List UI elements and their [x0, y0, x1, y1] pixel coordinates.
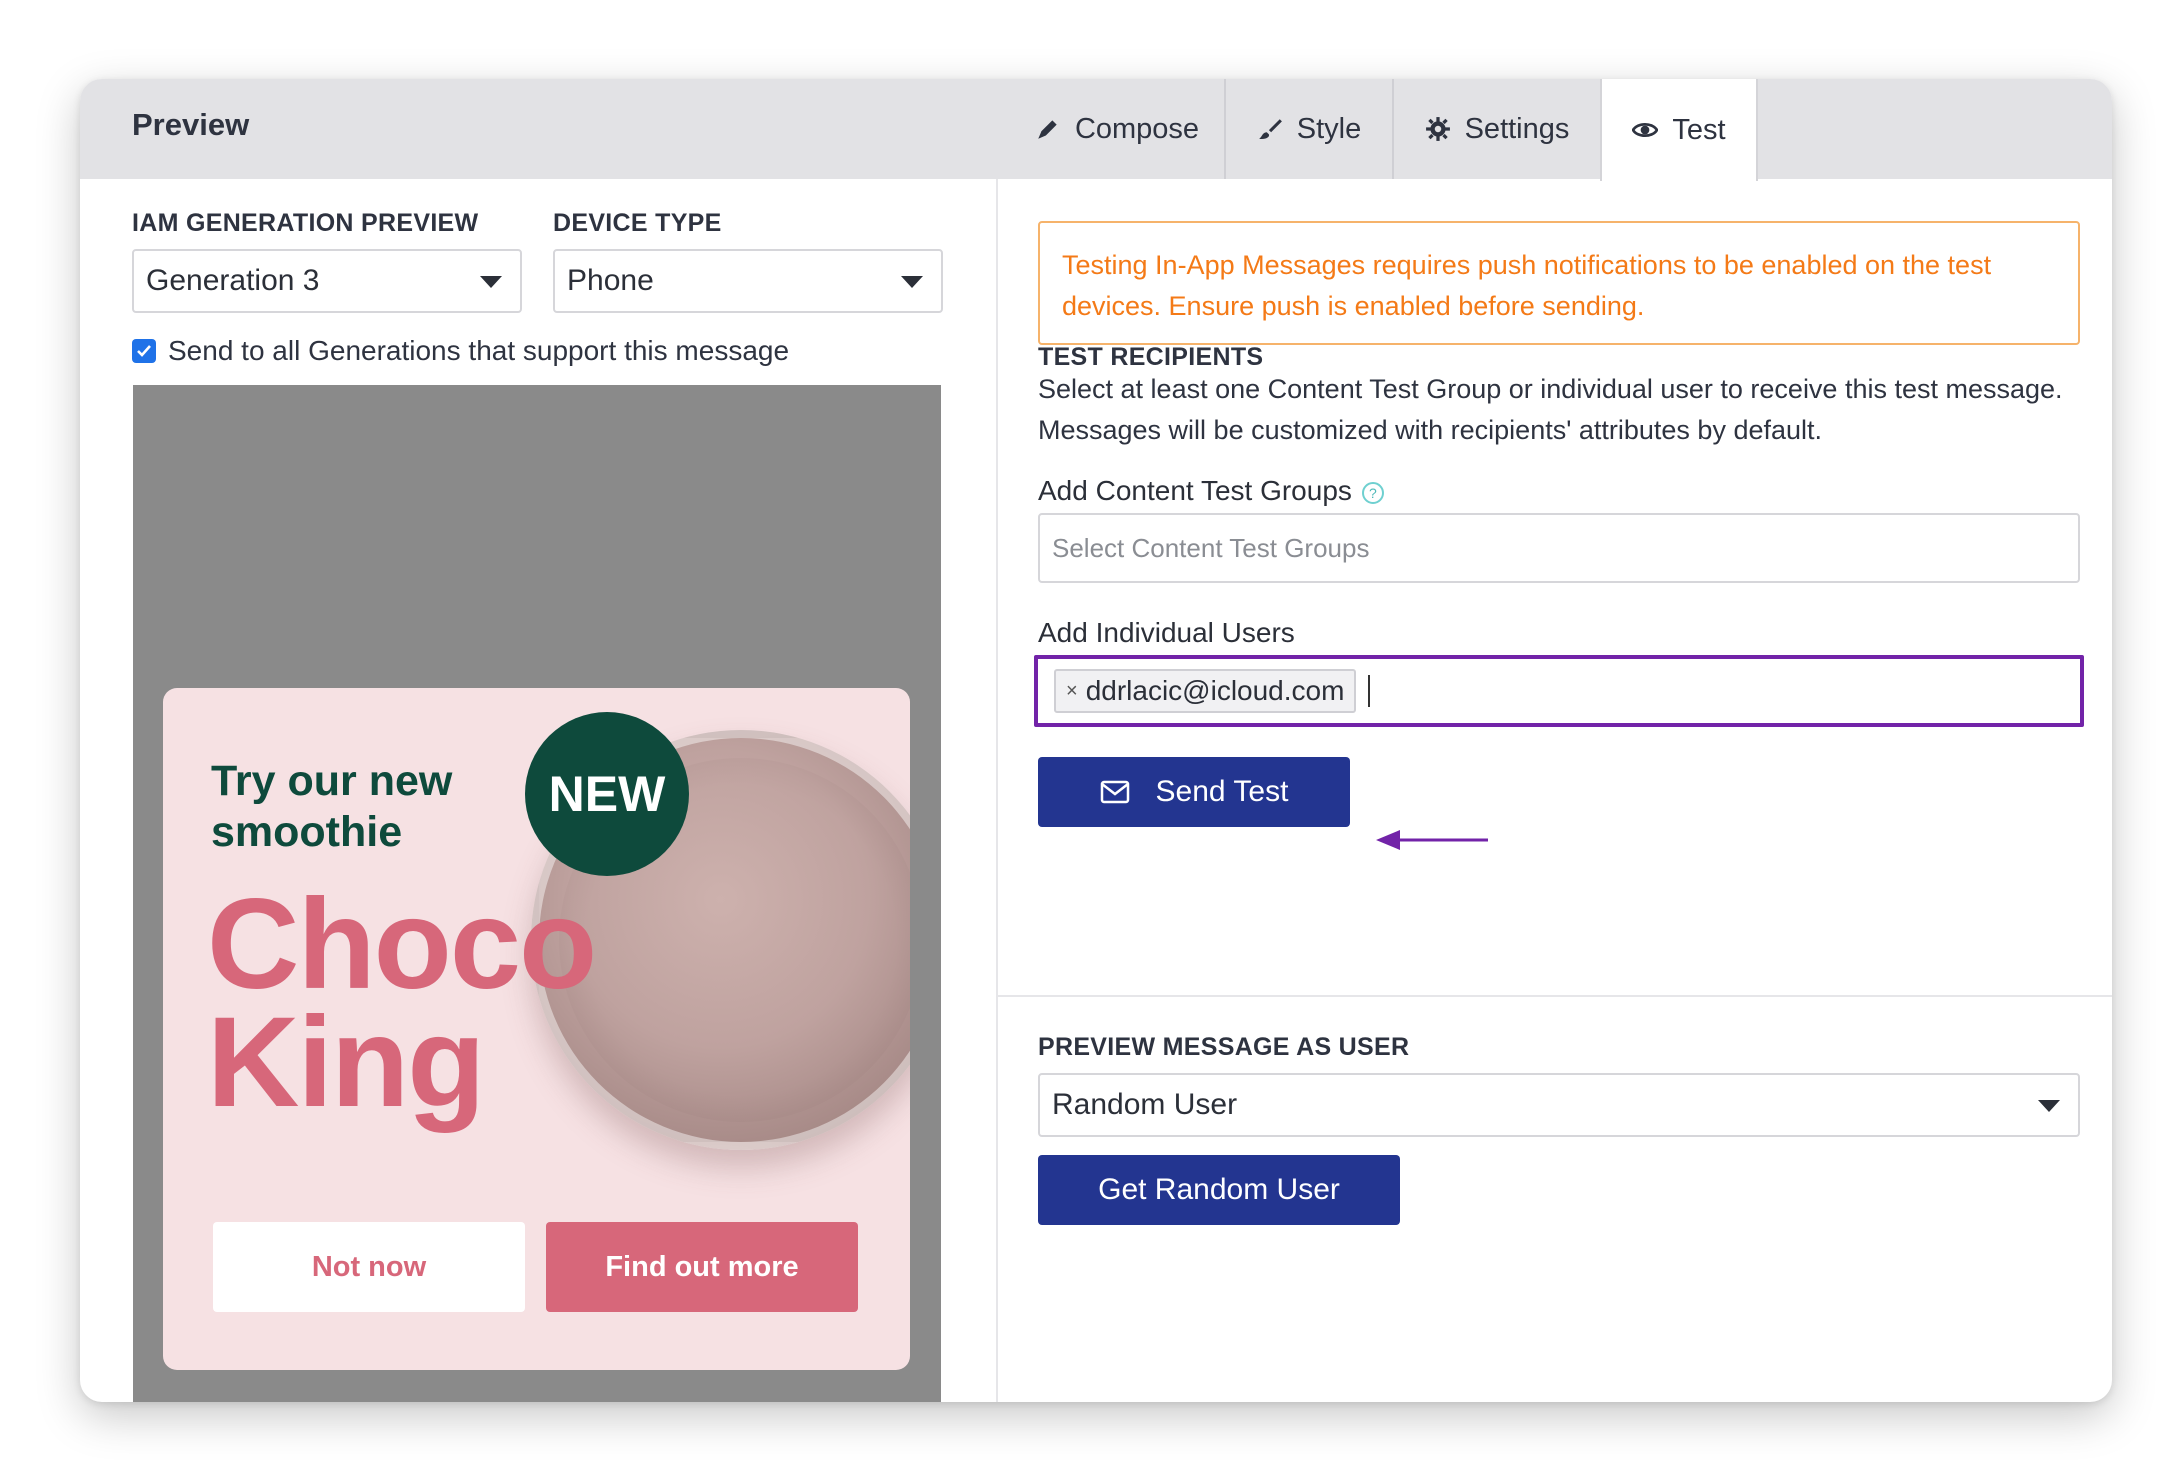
tab-compose-label: Compose: [1074, 112, 1200, 145]
not-now-button[interactable]: Not now: [213, 1222, 525, 1312]
tab-style-label: Style: [1296, 112, 1362, 145]
chevron-down-icon: [480, 276, 502, 288]
get-random-user-label: Get Random User: [1098, 1173, 1340, 1206]
test-recipients-title: TEST RECIPIENTS: [1038, 343, 1264, 371]
send-all-generations-checkbox[interactable]: [132, 339, 156, 363]
gear-icon: [1425, 117, 1450, 141]
tab-test[interactable]: Test: [1600, 79, 1758, 181]
individual-users-label: Add Individual Users: [1038, 617, 1295, 648]
page-title: Preview: [132, 107, 250, 142]
chevron-down-icon: [2038, 1100, 2060, 1112]
preview-as-user-title: PREVIEW MESSAGE AS USER: [1038, 1033, 1410, 1061]
message-preview-area: NEW Try our new smoothie Choco King Not …: [133, 385, 941, 1402]
tab-settings[interactable]: Settings: [1392, 79, 1600, 179]
pencil-icon: [1038, 120, 1057, 139]
preview-panel: IAM GENERATION PREVIEW Generation 3 DEVI…: [80, 179, 996, 1402]
generation-select-value: Generation 3: [146, 264, 320, 297]
checkmark-icon: [137, 345, 151, 357]
preview-user-select[interactable]: Random User: [1038, 1073, 2080, 1137]
test-panel: Testing In-App Messages requires push no…: [998, 179, 2112, 1402]
user-tag: × ddrlacic@icloud.com: [1054, 669, 1357, 713]
text-cursor: [1368, 675, 1371, 707]
device-type-label: DEVICE TYPE: [553, 209, 722, 237]
tab-test-label: Test: [1672, 113, 1726, 146]
user-tag-email: ddrlacic@icloud.com: [1085, 675, 1345, 706]
content-test-groups-label-text: Add Content Test Groups: [1038, 475, 1352, 506]
in-app-message-card: NEW Try our new smoothie Choco King Not …: [163, 688, 910, 1370]
send-test-label: Send Test: [1155, 775, 1289, 808]
section-divider: [998, 995, 2112, 997]
generation-select[interactable]: Generation 3: [132, 249, 522, 313]
card-subtitle: Try our new smoothie: [211, 757, 453, 856]
arrow-left-icon: [1376, 830, 1488, 850]
card-headline-line2: King: [207, 991, 485, 1134]
send-all-generations-row: Send to all Generations that support thi…: [132, 335, 789, 367]
device-type-select[interactable]: Phone: [553, 249, 943, 313]
individual-users-input[interactable]: × ddrlacic@icloud.com: [1034, 655, 2084, 727]
content-test-groups-placeholder: Select Content Test Groups: [1052, 532, 1370, 563]
send-all-generations-label: Send to all Generations that support thi…: [168, 335, 790, 366]
tab-settings-label: Settings: [1464, 112, 1570, 145]
top-bar: Preview Compose Style Settings Test: [80, 79, 2112, 181]
new-badge: NEW: [525, 712, 689, 876]
envelope-icon: [1100, 780, 1129, 804]
device-type-select-value: Phone: [567, 264, 654, 297]
content-test-groups-input[interactable]: Select Content Test Groups: [1038, 513, 2080, 583]
tab-compose[interactable]: Compose: [1010, 79, 1224, 179]
get-random-user-button[interactable]: Get Random User: [1038, 1155, 1400, 1225]
card-headline-line1: Choco: [207, 873, 597, 1016]
help-icon[interactable]: ?: [1361, 482, 1384, 504]
brush-icon: [1258, 119, 1282, 140]
preview-user-select-value: Random User: [1052, 1088, 1238, 1121]
eye-icon: [1632, 122, 1659, 138]
push-warning-alert: Testing In-App Messages requires push no…: [1038, 221, 2080, 345]
find-out-more-button[interactable]: Find out more: [546, 1222, 858, 1312]
send-test-button[interactable]: Send Test: [1038, 757, 1350, 827]
chevron-down-icon: [901, 276, 923, 288]
tab-style[interactable]: Style: [1224, 79, 1392, 179]
test-recipients-description: Select at least one Content Test Group o…: [1038, 374, 2063, 445]
card-headline: Choco King: [207, 873, 597, 1134]
content-test-groups-label: Add Content Test Groups?: [1038, 475, 1384, 507]
generation-label: IAM GENERATION PREVIEW: [132, 209, 479, 237]
remove-tag-icon[interactable]: ×: [1066, 680, 1078, 703]
preview-window: Preview Compose Style Settings Test IAM …: [80, 79, 2112, 1402]
